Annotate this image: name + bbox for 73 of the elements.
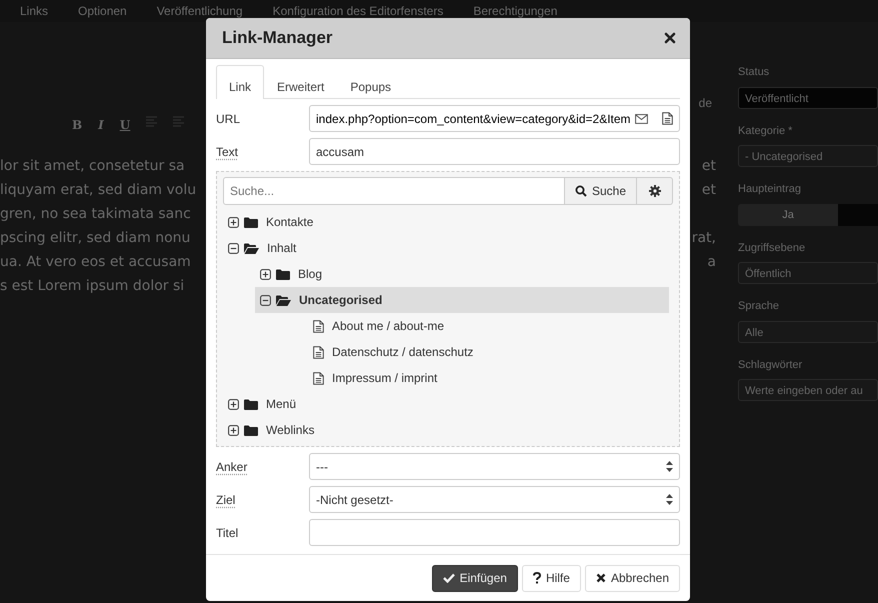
document-icon[interactable] bbox=[662, 112, 673, 125]
folder-icon bbox=[276, 268, 290, 280]
tree-item[interactable]: Uncategorised bbox=[255, 287, 669, 313]
insert-button[interactable]: Einfügen bbox=[432, 564, 518, 592]
editor-text: liquyam erat, sed diam volu bbox=[0, 181, 196, 200]
tab[interactable]: Link bbox=[216, 65, 264, 99]
field-label: Haupteintrag bbox=[738, 182, 802, 197]
field-label: Status bbox=[738, 65, 770, 80]
document-icon bbox=[313, 346, 324, 358]
url-field[interactable]: index.php?option=com_content&view=category&id=2&Item bbox=[309, 105, 680, 132]
folder-icon bbox=[244, 216, 258, 228]
folder-icon bbox=[276, 294, 291, 306]
folder-icon bbox=[244, 398, 258, 410]
editor-text: et bbox=[702, 181, 716, 200]
field-label: Anker bbox=[216, 458, 248, 476]
settings-button[interactable] bbox=[637, 177, 673, 205]
field-label: Sprache bbox=[738, 299, 780, 314]
collapse-icon[interactable] bbox=[260, 294, 271, 306]
tree-item[interactable]: Kontakte bbox=[223, 209, 669, 235]
select-arrows-icon bbox=[666, 494, 673, 505]
close-icon[interactable] bbox=[664, 32, 676, 44]
tree-item[interactable]: Blog bbox=[255, 261, 669, 287]
field-label: Zugriffsebene bbox=[738, 240, 806, 256]
select-field[interactable]: Veröffentlicht bbox=[738, 86, 878, 108]
search-button[interactable]: Suche bbox=[564, 177, 637, 205]
document-icon bbox=[313, 372, 324, 384]
field-label: Schlagwörter bbox=[738, 358, 804, 372]
search-icon bbox=[574, 185, 587, 197]
tree-item[interactable]: Impressum / imprint bbox=[287, 365, 669, 391]
editor-text: rat, bbox=[692, 229, 716, 248]
envelope-icon[interactable] bbox=[635, 114, 648, 124]
search-field[interactable]: Suche... bbox=[223, 177, 565, 205]
editor-text: pscing elitr, sed diam nonu bbox=[0, 229, 190, 248]
expand-icon[interactable] bbox=[228, 398, 239, 410]
editor-text: a bbox=[707, 253, 716, 272]
folder-icon bbox=[244, 424, 258, 436]
help-button[interactable]: Hilfe bbox=[522, 564, 581, 592]
tree-item[interactable]: Menü bbox=[223, 391, 669, 417]
editor-text: et bbox=[702, 157, 716, 176]
field-label: Text bbox=[216, 144, 240, 160]
field-label: Titel bbox=[216, 524, 240, 542]
tab[interactable]: Erweitert bbox=[264, 65, 338, 99]
cancel-button[interactable]: Abbrechen bbox=[584, 564, 680, 592]
document-icon bbox=[313, 320, 324, 332]
check-icon bbox=[442, 573, 455, 583]
select-field[interactable]: -Nicht gesetzt- bbox=[309, 486, 680, 513]
folder-icon bbox=[244, 242, 259, 254]
tab[interactable]: Popups bbox=[337, 65, 404, 99]
tree-item[interactable]: About me / about-me bbox=[287, 313, 669, 339]
gear-icon bbox=[648, 185, 660, 197]
field-label: Kategorie * bbox=[738, 124, 794, 138]
toggle-option[interactable]: Ja bbox=[738, 204, 838, 226]
select-field[interactable]: --- bbox=[309, 453, 680, 480]
tree-item[interactable]: Datenschutz / datenschutz bbox=[287, 339, 669, 365]
editor-text: lor sit amet, consetetur sa bbox=[0, 157, 185, 176]
select-arrows-icon bbox=[666, 461, 673, 472]
dialog-title: Link-Manager bbox=[222, 27, 333, 50]
tree-item[interactable]: Weblinks bbox=[223, 417, 669, 443]
text-field[interactable]: accusam bbox=[309, 138, 680, 165]
expand-icon[interactable] bbox=[260, 268, 271, 280]
collapse-icon[interactable] bbox=[228, 242, 239, 254]
question-icon bbox=[532, 572, 541, 584]
text-field[interactable] bbox=[309, 519, 680, 546]
editor-text: gren, no sea takimata sanc bbox=[0, 205, 191, 224]
expand-icon[interactable] bbox=[228, 424, 239, 436]
field-label: Ziel bbox=[216, 492, 236, 508]
expand-icon[interactable] bbox=[228, 216, 239, 228]
close-icon bbox=[596, 573, 606, 583]
editor-text: s est Lorem ipsum dolor si bbox=[0, 277, 184, 296]
tree-item[interactable]: Inhalt bbox=[223, 235, 669, 261]
toggle-option[interactable] bbox=[838, 204, 878, 226]
editor-text: ua. At vero eos et accusam bbox=[0, 253, 191, 272]
field-label: URL bbox=[216, 110, 242, 128]
